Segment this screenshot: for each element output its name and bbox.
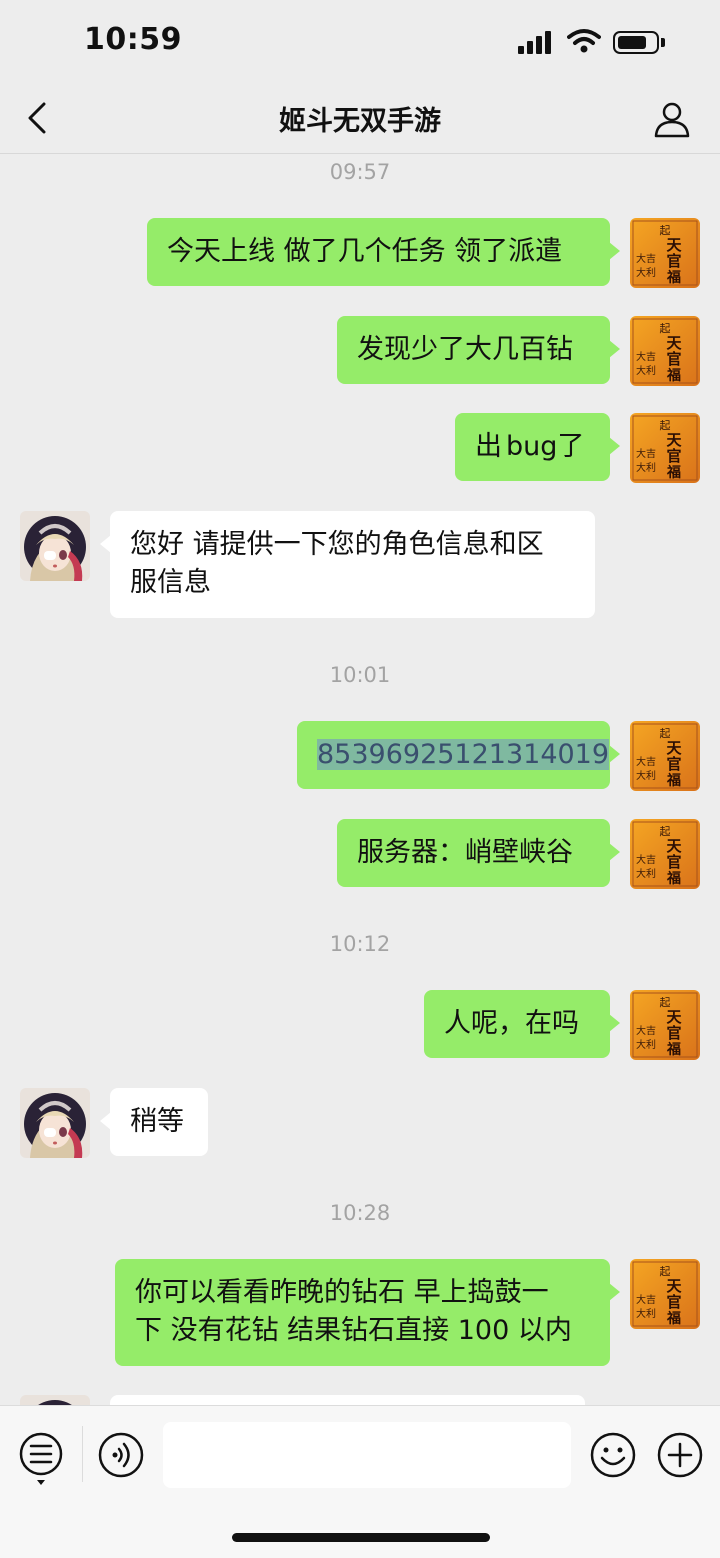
message-bubble-sent[interactable]: 85396925121314019: [297, 721, 620, 789]
timestamp: 10:28: [329, 1201, 391, 1225]
self-avatar[interactable]: 起 天 官 福 大吉 大利: [630, 990, 700, 1060]
chat-header: 姬斗无双手游: [0, 86, 720, 154]
timestamp: 10:12: [329, 932, 391, 956]
emoji-icon[interactable]: [588, 1430, 638, 1480]
svg-text:官: 官: [666, 1024, 681, 1042]
agent-avatar[interactable]: [20, 511, 90, 581]
status-time: 10:59: [84, 22, 182, 57]
status-bar: 10:59: [0, 0, 720, 86]
svg-text:福: 福: [666, 1310, 681, 1327]
selected-text[interactable]: 85396925121314019: [317, 739, 610, 770]
message-bubble-sent[interactable]: 服务器：峭壁峡谷: [337, 819, 620, 887]
message-bubble-sent[interactable]: 发现少了大几百钻: [337, 316, 620, 384]
svg-text:大吉: 大吉: [636, 252, 656, 265]
svg-text:大吉: 大吉: [636, 350, 656, 363]
anime-girl-avatar-icon: [20, 1088, 90, 1158]
svg-text:大吉: 大吉: [636, 1024, 656, 1037]
timestamp: 10:01: [329, 663, 391, 687]
message-bubble-received[interactable]: [110, 1395, 585, 1405]
cellular-signal-icon: [518, 30, 558, 54]
message-bubble-received[interactable]: 稍等: [100, 1088, 208, 1156]
home-indicator[interactable]: [232, 1533, 490, 1542]
message-bubble-sent[interactable]: 人呢，在吗: [424, 990, 620, 1058]
wifi-icon: [567, 29, 601, 53]
message-input[interactable]: [163, 1422, 571, 1488]
svg-text:官: 官: [666, 252, 681, 270]
battery-icon: [613, 31, 659, 54]
svg-text:福: 福: [666, 367, 681, 384]
svg-text:大利: 大利: [636, 769, 656, 782]
svg-text:福: 福: [666, 269, 681, 286]
svg-text:大利: 大利: [636, 867, 656, 880]
agent-avatar[interactable]: [20, 1395, 90, 1405]
svg-text:大利: 大利: [636, 1307, 656, 1320]
person-icon[interactable]: [651, 98, 693, 140]
svg-text:官: 官: [666, 350, 681, 368]
self-avatar[interactable]: 起 天 官 福 大吉 大利: [630, 721, 700, 791]
voice-icon[interactable]: [96, 1430, 146, 1480]
anime-girl-avatar-icon: [20, 1395, 90, 1405]
self-avatar[interactable]: 起 天 官 福 大吉 大利: [630, 1259, 700, 1329]
self-avatar[interactable]: 起 天 官 福 大吉 大利: [630, 316, 700, 386]
message-bubble-sent[interactable]: 今天上线 做了几个任务 领了派遣: [147, 218, 620, 286]
svg-text:官: 官: [666, 447, 681, 465]
svg-text:大利: 大利: [636, 266, 656, 279]
self-avatar[interactable]: 起 天 官 福 大吉 大利: [630, 218, 700, 288]
message-bubble-sent[interactable]: 出 bug了: [455, 413, 620, 481]
chat-title: 姬斗无双手游: [279, 106, 441, 137]
svg-text:福: 福: [666, 772, 681, 789]
message-bubble-received[interactable]: 您好 请提供一下您的角色信息和区 服信息: [100, 511, 595, 618]
self-avatar[interactable]: 起 天 官 福 大吉 大利: [630, 413, 700, 483]
svg-text:福: 福: [666, 1041, 681, 1058]
self-avatar[interactable]: 起 天 官 福 大吉 大利: [630, 819, 700, 889]
agent-avatar[interactable]: [20, 1088, 90, 1158]
svg-text:大利: 大利: [636, 1038, 656, 1051]
svg-text:大利: 大利: [636, 461, 656, 474]
message-bubble-sent[interactable]: 你可以看看昨晚的钻石 早上捣鼓一 下 没有花钻 结果钻石直接 100 以内: [115, 1259, 620, 1366]
chevron-left-icon[interactable]: [20, 98, 60, 138]
plus-icon[interactable]: [655, 1430, 705, 1480]
list-toggle-icon[interactable]: [17, 1430, 65, 1486]
svg-text:大利: 大利: [636, 364, 656, 377]
svg-text:福: 福: [666, 870, 681, 887]
svg-text:福: 福: [666, 464, 681, 481]
svg-text:大吉: 大吉: [636, 1293, 656, 1306]
anime-girl-avatar-icon: [20, 511, 90, 581]
svg-text:官: 官: [666, 1293, 681, 1311]
message-list[interactable]: 09:57 今天上线 做了几个任务 领了派遣 起 天 官 福 大吉 大利 发现少…: [0, 155, 720, 1405]
timestamp: 09:57: [329, 160, 391, 184]
svg-text:大吉: 大吉: [636, 447, 656, 460]
svg-text:大吉: 大吉: [636, 853, 656, 866]
svg-text:官: 官: [666, 755, 681, 773]
svg-text:官: 官: [666, 853, 681, 871]
svg-text:大吉: 大吉: [636, 755, 656, 768]
